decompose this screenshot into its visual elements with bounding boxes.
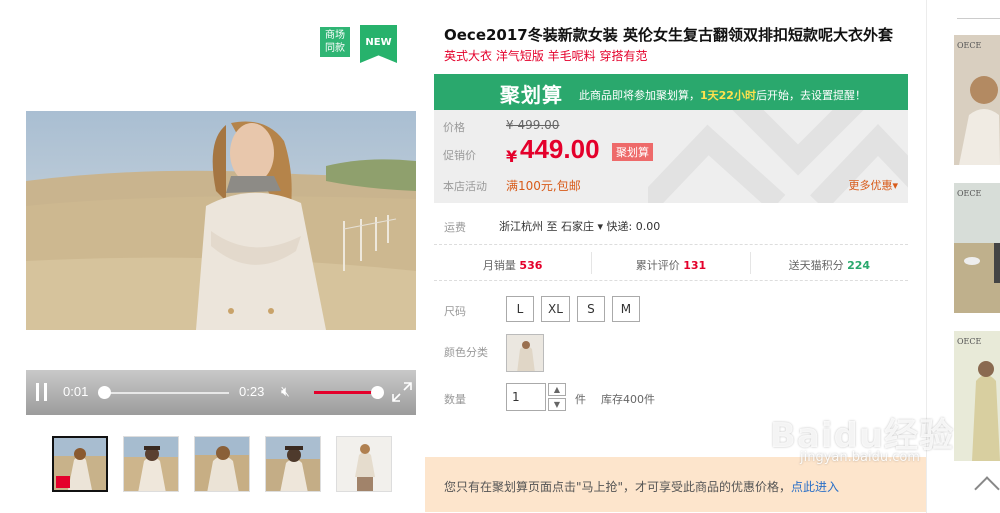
juhuasuan-banner[interactable]: 聚划算 此商品即将参加聚划算，1天22小时后开始，去设置提醒！: [434, 74, 908, 110]
banner-countdown: 1天22小时: [700, 89, 756, 102]
video-spacer: [26, 330, 416, 370]
sale-tag: 聚划算: [612, 143, 653, 161]
shipping-label: 运费: [444, 221, 466, 234]
monthly-sales: 月销量 536: [434, 252, 593, 274]
quantity-increase-button[interactable]: ▲: [548, 383, 566, 396]
quantity-decrease-button[interactable]: ▼: [548, 398, 566, 411]
quantity-input[interactable]: 1: [506, 383, 546, 411]
thumbnail-5[interactable]: [336, 436, 392, 492]
banner-text-after: 后开始，去设置提醒！: [755, 89, 866, 102]
stock-count: 库存400件: [601, 393, 655, 406]
tmall-points: 送天猫积分 224: [751, 252, 908, 274]
juhuasuan-notice: 您只有在聚划算页面点击"马上抢"，才可享受此商品的优惠价格，点此进入: [425, 457, 926, 512]
reviews-label: 累计评价: [635, 259, 680, 272]
current-time: 0:01: [63, 384, 89, 399]
product-title: Oece2017冬装新款女装 英伦女生复古翻领双排扣短款呢大衣外套: [444, 26, 893, 44]
size-option-l[interactable]: L: [506, 296, 534, 322]
video-frame-image: [26, 111, 416, 330]
price-panel: 价格 ¥ 499.00 促销价 ¥ 449.00 聚划算 本店活动 满100元,…: [434, 110, 908, 203]
thumbnail-4[interactable]: [265, 436, 321, 492]
shop-activity: 满100元,包邮: [506, 179, 581, 193]
video-controls: 0:01 0:23 🔇︎: [26, 370, 416, 415]
progress-track[interactable]: [104, 392, 229, 394]
recommend-item-3[interactable]: OECE: [954, 331, 1000, 461]
product-video[interactable]: [26, 111, 416, 330]
thumbnail-3[interactable]: [194, 436, 250, 492]
svg-text:OECE: OECE: [957, 337, 982, 346]
monthly-sales-label: 月销量: [482, 259, 516, 272]
total-time: 0:23: [239, 384, 265, 399]
more-offers-text: 更多优惠: [848, 179, 893, 192]
volume-knob[interactable]: [371, 386, 384, 399]
size-option-s[interactable]: S: [576, 296, 605, 322]
scroll-up-icon[interactable]: [974, 476, 1000, 502]
svg-text:OECE: OECE: [957, 41, 982, 50]
chevron-down-icon: ▾: [892, 179, 898, 192]
color-swatch[interactable]: [506, 334, 544, 372]
thumbnail-2[interactable]: [123, 436, 179, 492]
mall-badge-line2: 同款: [325, 43, 345, 54]
size-label: 尺码: [444, 305, 466, 318]
size-option-xl[interactable]: XL: [541, 296, 570, 322]
recommend-item-2[interactable]: OECE: [954, 183, 1000, 313]
more-offers-link[interactable]: 更多优惠▾: [848, 177, 898, 193]
quantity-unit: 件: [575, 393, 586, 406]
notice-text: 您只有在聚划算页面点击"马上抢"，才可享受此商品的优惠价格，: [444, 480, 792, 494]
shipping-row: 运费 浙江杭州 至 石家庄 ▾ 快递: 0.00: [434, 205, 908, 245]
size-selector: L XL S M: [506, 296, 640, 322]
svg-text:OECE: OECE: [957, 189, 982, 198]
price-label: 价格: [443, 121, 465, 134]
points-value: 224: [847, 259, 871, 272]
thumbnail-1[interactable]: [52, 436, 108, 492]
progress-knob[interactable]: [98, 386, 111, 399]
mute-icon[interactable]: 🔇︎: [281, 384, 290, 400]
mall-same-badge: 商场 同款: [320, 27, 350, 57]
fullscreen-icon[interactable]: [391, 381, 413, 403]
pause-icon[interactable]: [36, 383, 48, 401]
currency-symbol: ¥: [506, 147, 518, 166]
product-subtitle: 英式大衣 洋气短版 羊毛呢料 穿搭有范: [444, 49, 648, 63]
recommend-item-1[interactable]: OECE: [954, 35, 1000, 165]
sales-stats: 月销量 536 累计评价 131 送天猫积分 224: [434, 246, 908, 281]
shipping-destination[interactable]: 浙江杭州 至 石家庄 ▾ 快递: 0.00: [499, 218, 660, 234]
volume-track[interactable]: [314, 391, 378, 394]
thumbnail-strip: [52, 436, 392, 492]
reviews-value: 131: [683, 259, 707, 272]
notice-link[interactable]: 点此进入: [791, 480, 839, 494]
monthly-sales-value: 536: [519, 259, 543, 272]
color-label: 颜色分类: [444, 346, 488, 359]
promo-price-label: 促销价: [443, 149, 476, 162]
juhuasuan-logo: 聚划算: [500, 83, 563, 107]
activity-label: 本店活动: [443, 180, 487, 193]
baidu-watermark-url: jingyan.baidu.com: [800, 450, 920, 465]
recommend-top-line: [957, 18, 1000, 19]
sale-price: 449.00: [520, 134, 600, 164]
banner-text-before: 此商品即将参加聚划算，: [579, 89, 700, 102]
banner-message: 此商品即将参加聚划算，1天22小时后开始，去设置提醒！: [579, 87, 866, 103]
quantity-label: 数量: [444, 393, 466, 406]
size-option-m[interactable]: M: [611, 296, 640, 322]
new-badge: NEW: [360, 25, 397, 63]
original-price: ¥ 499.00: [506, 118, 560, 132]
points-label: 送天猫积分: [788, 259, 844, 272]
total-reviews[interactable]: 累计评价 131: [592, 252, 751, 274]
mall-badge-line1: 商场: [325, 30, 345, 41]
